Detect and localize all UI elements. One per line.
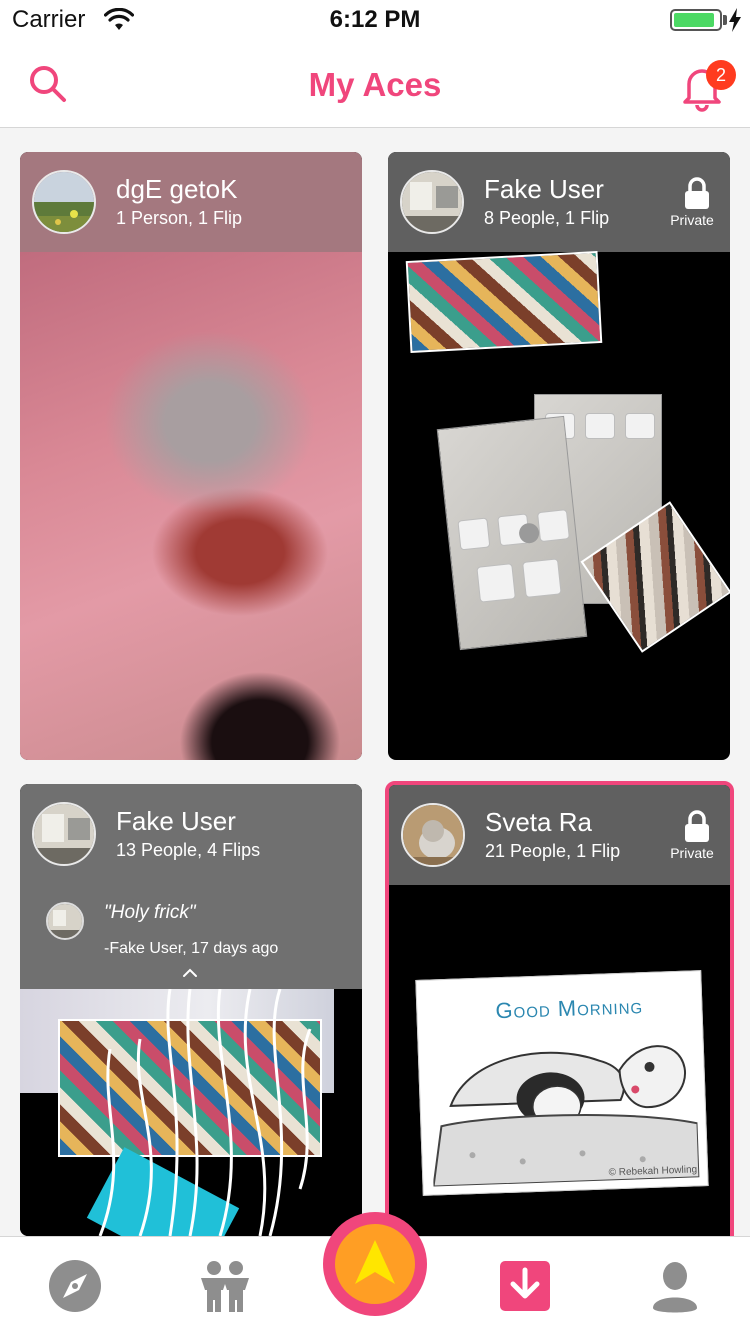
private-label: Private [670, 845, 714, 861]
status-time: 6:12 PM [329, 6, 421, 33]
card-preview-image [20, 989, 362, 1236]
nav-bar: My Aces [0, 40, 750, 128]
page-title: My Aces [308, 66, 442, 103]
card-header: dgE getoK 1 Person, 1 Flip [20, 152, 362, 252]
battery-level [674, 13, 714, 27]
key [625, 413, 655, 439]
card-meta: 21 People, 1 Flip [485, 841, 621, 861]
ace-card[interactable]: dgE getoK 1 Person, 1 Flip [20, 152, 362, 760]
ace-card[interactable]: Fake User 13 People, 4 Flips "Holy frick… [20, 784, 362, 1236]
card-preview-image [20, 252, 362, 760]
card-header: Fake User 13 People, 4 Flips "Holy frick… [20, 784, 362, 989]
battery-icon [670, 9, 722, 31]
create-button-inner [335, 1224, 415, 1304]
battery-tip [723, 15, 727, 25]
avatar [32, 802, 96, 866]
ace-card[interactable]: Fake User 8 People, 1 Flip Private [388, 152, 730, 760]
key [476, 563, 516, 603]
avatar [32, 170, 96, 234]
card-title: Fake User [484, 174, 604, 204]
key [522, 558, 562, 598]
sleeping-girl-dog-sketch [432, 1045, 700, 1187]
card-header: Sveta Ra 21 People, 1 Flip Private [389, 785, 730, 885]
card-meta: 13 People, 4 Flips [116, 840, 261, 860]
comment-text: "Holy frick" [104, 902, 196, 923]
private-label: Private [670, 212, 714, 228]
drawing-strokes [98, 989, 312, 1236]
compass-icon[interactable] [45, 1256, 105, 1316]
keyboard-photo [436, 415, 588, 651]
collage-thumbnail [405, 251, 603, 353]
charging-bolt-icon [729, 8, 741, 32]
profile-icon[interactable] [645, 1256, 705, 1316]
lock-icon [685, 810, 709, 842]
image-caption: Good Morning [495, 993, 644, 1024]
comment-author: -Fake User, 17 days ago [104, 940, 279, 957]
avatar [401, 803, 465, 867]
create-ace-button[interactable] [323, 1212, 427, 1316]
lock-icon [685, 177, 709, 209]
download-icon[interactable] [495, 1256, 555, 1316]
chevron-up-icon[interactable] [182, 968, 198, 978]
key [457, 517, 491, 551]
card-title: dgE getoK [116, 174, 238, 204]
comment-avatar [46, 902, 84, 940]
status-bar: Carrier 6:12 PM [0, 0, 750, 40]
avatar [400, 170, 464, 234]
key [536, 509, 570, 543]
key [585, 413, 615, 439]
card-header: Fake User 8 People, 1 Flip Private [388, 152, 730, 252]
good-morning-image: Good Morning © Rebekah Howling [415, 970, 709, 1196]
card-title: Fake User [116, 806, 236, 836]
my-aces-screen: Carrier 6:12 PM My Aces 2 dgE getoK 1 Pe… [0, 0, 750, 1334]
card-meta: 8 People, 1 Flip [484, 208, 610, 228]
card-meta: 1 Person, 1 Flip [116, 208, 243, 228]
people-icon[interactable] [195, 1256, 255, 1316]
notification-badge: 2 [706, 60, 736, 90]
create-arrow-icon [355, 1240, 395, 1284]
card-title: Sveta Ra [485, 807, 592, 837]
ace-card-selected[interactable]: Sveta Ra 21 People, 1 Flip Private Good … [385, 781, 734, 1251]
